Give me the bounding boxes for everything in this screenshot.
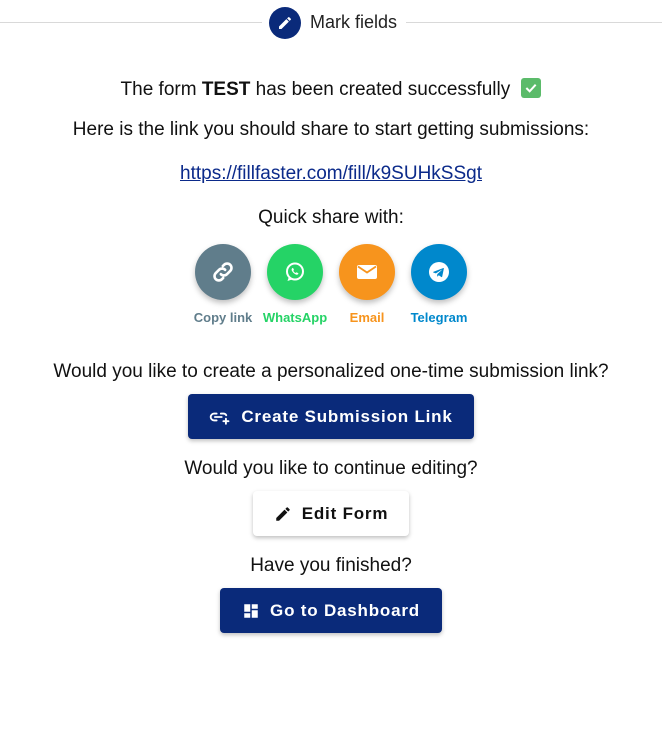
telegram-label: Telegram [410, 310, 468, 325]
check-box-icon [521, 78, 542, 98]
continue-question: Would you like to continue editing? [184, 458, 478, 479]
copy-link-button[interactable] [195, 244, 251, 300]
create-submission-link-button[interactable]: Create Submission Link [188, 394, 474, 439]
finished-question: Have you finished? [250, 555, 412, 576]
email-label: Email [349, 310, 385, 325]
share-intro: Here is the link you should share to sta… [72, 119, 590, 140]
telegram-button[interactable] [411, 244, 467, 300]
quick-share-label: Quick share with: [258, 207, 404, 228]
main-content: The form TEST has been created successfu… [0, 70, 662, 633]
share-copy-link[interactable]: Copy link [194, 244, 252, 328]
share-email[interactable]: Email [338, 244, 396, 328]
success-prefix: The form [120, 79, 202, 100]
edit-form-label: Edit Form [301, 503, 389, 523]
share-whatsapp[interactable]: WhatsApp [262, 244, 328, 328]
success-message: The form TEST has been created successfu… [0, 70, 662, 110]
email-icon [357, 265, 377, 279]
share-url-link[interactable]: https://fillfaster.com/fill/k9SUHkSSgt [180, 154, 482, 194]
stepper-divider-right [406, 22, 662, 23]
edit-form-button[interactable]: Edit Form [253, 491, 409, 536]
whatsapp-label: WhatsApp [262, 310, 328, 325]
go-to-dashboard-label: Go to Dashboard [270, 600, 420, 620]
personalized-question: Would you like to create a personalized … [53, 361, 609, 382]
pencil-icon [274, 505, 292, 523]
go-to-dashboard-button[interactable]: Go to Dashboard [220, 588, 442, 633]
pencil-icon [269, 7, 301, 39]
dashboard-icon [242, 602, 260, 620]
step-label: Mark fields [310, 12, 398, 32]
whatsapp-icon [286, 262, 304, 281]
success-suffix: has been created successfully [250, 79, 511, 100]
stepper-divider-left [0, 22, 262, 23]
link-icon [213, 262, 233, 282]
share-options: Copy link WhatsApp Email Telegram [0, 244, 662, 328]
copy-link-label: Copy link [193, 310, 253, 325]
stepper: Mark fields [0, 0, 662, 46]
create-submission-link-label: Create Submission Link [241, 406, 453, 426]
form-name: TEST [201, 79, 251, 100]
telegram-icon [429, 262, 449, 282]
whatsapp-button[interactable] [267, 244, 323, 300]
link-add-icon [209, 408, 231, 426]
share-telegram[interactable]: Telegram [410, 244, 468, 328]
email-button[interactable] [339, 244, 395, 300]
